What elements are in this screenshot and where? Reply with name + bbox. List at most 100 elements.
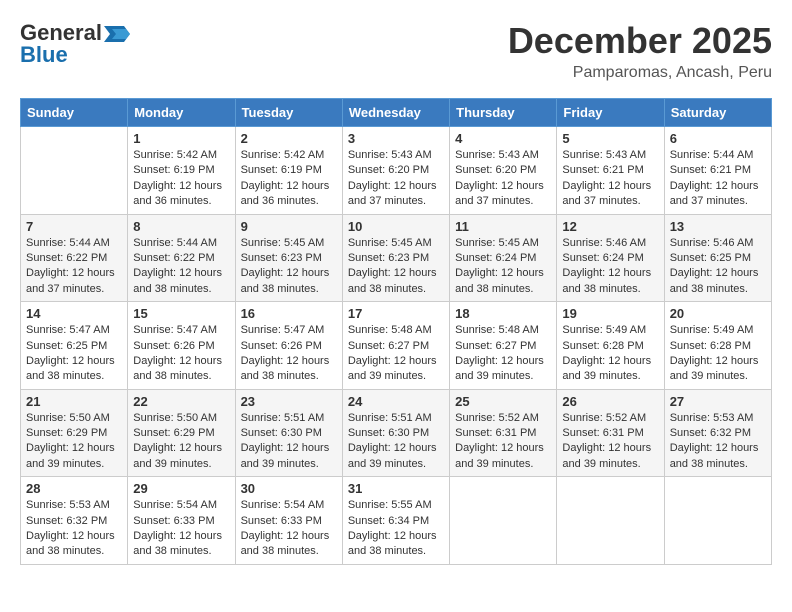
day-number: 23 — [241, 394, 337, 409]
calendar-cell: 28 Sunrise: 5:53 AM Sunset: 6:32 PM Dayli… — [21, 477, 128, 565]
day-number: 17 — [348, 306, 444, 321]
weekday-header-saturday: Saturday — [664, 99, 771, 127]
day-number: 7 — [26, 219, 122, 234]
day-info: Sunrise: 5:49 AM Sunset: 6:28 PM Dayligh… — [562, 323, 658, 385]
calendar-cell: 8 Sunrise: 5:44 AM Sunset: 6:22 PM Daylig… — [128, 214, 235, 302]
day-info: Sunrise: 5:42 AM Sunset: 6:19 PM Dayligh… — [133, 148, 229, 210]
calendar-cell: 10 Sunrise: 5:45 AM Sunset: 6:23 PM Dayli… — [342, 214, 449, 302]
day-info: Sunrise: 5:46 AM Sunset: 6:25 PM Dayligh… — [670, 236, 766, 298]
weekday-header-sunday: Sunday — [21, 99, 128, 127]
day-info: Sunrise: 5:45 AM Sunset: 6:24 PM Dayligh… — [455, 236, 551, 298]
day-info: Sunrise: 5:54 AM Sunset: 6:33 PM Dayligh… — [133, 498, 229, 560]
calendar: SundayMondayTuesdayWednesdayThursdayFrid… — [20, 98, 772, 565]
day-number: 14 — [26, 306, 122, 321]
calendar-cell: 18 Sunrise: 5:48 AM Sunset: 6:27 PM Dayli… — [450, 302, 557, 390]
day-number: 22 — [133, 394, 229, 409]
day-info: Sunrise: 5:44 AM Sunset: 6:22 PM Dayligh… — [133, 236, 229, 298]
day-number: 8 — [133, 219, 229, 234]
day-info: Sunrise: 5:44 AM Sunset: 6:21 PM Dayligh… — [670, 148, 766, 210]
header: General Blue December 2025 Pamparomas, A… — [20, 20, 772, 82]
day-number: 5 — [562, 131, 658, 146]
day-number: 10 — [348, 219, 444, 234]
day-number: 20 — [670, 306, 766, 321]
day-info: Sunrise: 5:43 AM Sunset: 6:21 PM Dayligh… — [562, 148, 658, 210]
day-number: 30 — [241, 481, 337, 496]
day-info: Sunrise: 5:48 AM Sunset: 6:27 PM Dayligh… — [348, 323, 444, 385]
day-number: 2 — [241, 131, 337, 146]
calendar-cell: 5 Sunrise: 5:43 AM Sunset: 6:21 PM Daylig… — [557, 127, 664, 215]
day-info: Sunrise: 5:44 AM Sunset: 6:22 PM Dayligh… — [26, 236, 122, 298]
calendar-cell — [21, 127, 128, 215]
day-info: Sunrise: 5:47 AM Sunset: 6:26 PM Dayligh… — [241, 323, 337, 385]
week-row-2: 7 Sunrise: 5:44 AM Sunset: 6:22 PM Daylig… — [21, 214, 772, 302]
day-number: 1 — [133, 131, 229, 146]
calendar-cell: 6 Sunrise: 5:44 AM Sunset: 6:21 PM Daylig… — [664, 127, 771, 215]
day-number: 24 — [348, 394, 444, 409]
day-info: Sunrise: 5:50 AM Sunset: 6:29 PM Dayligh… — [133, 411, 229, 473]
day-number: 29 — [133, 481, 229, 496]
day-number: 4 — [455, 131, 551, 146]
calendar-cell — [450, 477, 557, 565]
day-number: 6 — [670, 131, 766, 146]
calendar-cell: 20 Sunrise: 5:49 AM Sunset: 6:28 PM Dayli… — [664, 302, 771, 390]
day-number: 12 — [562, 219, 658, 234]
day-info: Sunrise: 5:52 AM Sunset: 6:31 PM Dayligh… — [455, 411, 551, 473]
day-info: Sunrise: 5:55 AM Sunset: 6:34 PM Dayligh… — [348, 498, 444, 560]
day-info: Sunrise: 5:48 AM Sunset: 6:27 PM Dayligh… — [455, 323, 551, 385]
week-row-4: 21 Sunrise: 5:50 AM Sunset: 6:29 PM Dayli… — [21, 389, 772, 477]
weekday-header-tuesday: Tuesday — [235, 99, 342, 127]
day-number: 27 — [670, 394, 766, 409]
calendar-cell: 1 Sunrise: 5:42 AM Sunset: 6:19 PM Daylig… — [128, 127, 235, 215]
calendar-cell: 2 Sunrise: 5:42 AM Sunset: 6:19 PM Daylig… — [235, 127, 342, 215]
calendar-cell: 13Sunrise: 5:46 AM Sunset: 6:25 PM Dayli… — [664, 214, 771, 302]
calendar-cell: 11Sunrise: 5:45 AM Sunset: 6:24 PM Dayli… — [450, 214, 557, 302]
calendar-cell: 4 Sunrise: 5:43 AM Sunset: 6:20 PM Daylig… — [450, 127, 557, 215]
calendar-cell: 25 Sunrise: 5:52 AM Sunset: 6:31 PM Dayli… — [450, 389, 557, 477]
calendar-cell: 31Sunrise: 5:55 AM Sunset: 6:34 PM Dayli… — [342, 477, 449, 565]
weekday-header-thursday: Thursday — [450, 99, 557, 127]
day-number: 21 — [26, 394, 122, 409]
day-info: Sunrise: 5:45 AM Sunset: 6:23 PM Dayligh… — [348, 236, 444, 298]
day-number: 28 — [26, 481, 122, 496]
calendar-cell: 14 Sunrise: 5:47 AM Sunset: 6:25 PM Dayli… — [21, 302, 128, 390]
calendar-cell: 15 Sunrise: 5:47 AM Sunset: 6:26 PM Dayli… — [128, 302, 235, 390]
calendar-cell — [557, 477, 664, 565]
calendar-cell: 27Sunrise: 5:53 AM Sunset: 6:32 PM Dayli… — [664, 389, 771, 477]
calendar-cell: 3 Sunrise: 5:43 AM Sunset: 6:20 PM Daylig… — [342, 127, 449, 215]
weekday-header-wednesday: Wednesday — [342, 99, 449, 127]
day-number: 19 — [562, 306, 658, 321]
day-number: 15 — [133, 306, 229, 321]
day-info: Sunrise: 5:43 AM Sunset: 6:20 PM Dayligh… — [455, 148, 551, 210]
day-info: Sunrise: 5:42 AM Sunset: 6:19 PM Dayligh… — [241, 148, 337, 210]
logo: General Blue — [20, 20, 130, 68]
calendar-cell: 23Sunrise: 5:51 AM Sunset: 6:30 PM Dayli… — [235, 389, 342, 477]
weekday-header-monday: Monday — [128, 99, 235, 127]
day-info: Sunrise: 5:47 AM Sunset: 6:25 PM Dayligh… — [26, 323, 122, 385]
logo-blue: Blue — [20, 42, 68, 68]
day-number: 18 — [455, 306, 551, 321]
day-number: 16 — [241, 306, 337, 321]
calendar-cell: 9Sunrise: 5:45 AM Sunset: 6:23 PM Daylig… — [235, 214, 342, 302]
day-number: 26 — [562, 394, 658, 409]
calendar-cell: 7 Sunrise: 5:44 AM Sunset: 6:22 PM Daylig… — [21, 214, 128, 302]
day-number: 9 — [241, 219, 337, 234]
calendar-cell: 12 Sunrise: 5:46 AM Sunset: 6:24 PM Dayli… — [557, 214, 664, 302]
day-info: Sunrise: 5:51 AM Sunset: 6:30 PM Dayligh… — [348, 411, 444, 473]
week-row-3: 14 Sunrise: 5:47 AM Sunset: 6:25 PM Dayli… — [21, 302, 772, 390]
day-info: Sunrise: 5:53 AM Sunset: 6:32 PM Dayligh… — [26, 498, 122, 560]
month-year: December 2025 — [508, 20, 772, 62]
day-info: Sunrise: 5:43 AM Sunset: 6:20 PM Dayligh… — [348, 148, 444, 210]
calendar-cell: 30Sunrise: 5:54 AM Sunset: 6:33 PM Dayli… — [235, 477, 342, 565]
day-info: Sunrise: 5:47 AM Sunset: 6:26 PM Dayligh… — [133, 323, 229, 385]
calendar-cell: 19 Sunrise: 5:49 AM Sunset: 6:28 PM Dayli… — [557, 302, 664, 390]
day-info: Sunrise: 5:46 AM Sunset: 6:24 PM Dayligh… — [562, 236, 658, 298]
week-row-1: 1 Sunrise: 5:42 AM Sunset: 6:19 PM Daylig… — [21, 127, 772, 215]
calendar-cell — [664, 477, 771, 565]
day-info: Sunrise: 5:49 AM Sunset: 6:28 PM Dayligh… — [670, 323, 766, 385]
calendar-cell: 24 Sunrise: 5:51 AM Sunset: 6:30 PM Dayli… — [342, 389, 449, 477]
calendar-cell: 26 Sunrise: 5:52 AM Sunset: 6:31 PM Dayli… — [557, 389, 664, 477]
day-number: 3 — [348, 131, 444, 146]
day-number: 25 — [455, 394, 551, 409]
calendar-cell: 16 Sunrise: 5:47 AM Sunset: 6:26 PM Dayli… — [235, 302, 342, 390]
day-info: Sunrise: 5:52 AM Sunset: 6:31 PM Dayligh… — [562, 411, 658, 473]
